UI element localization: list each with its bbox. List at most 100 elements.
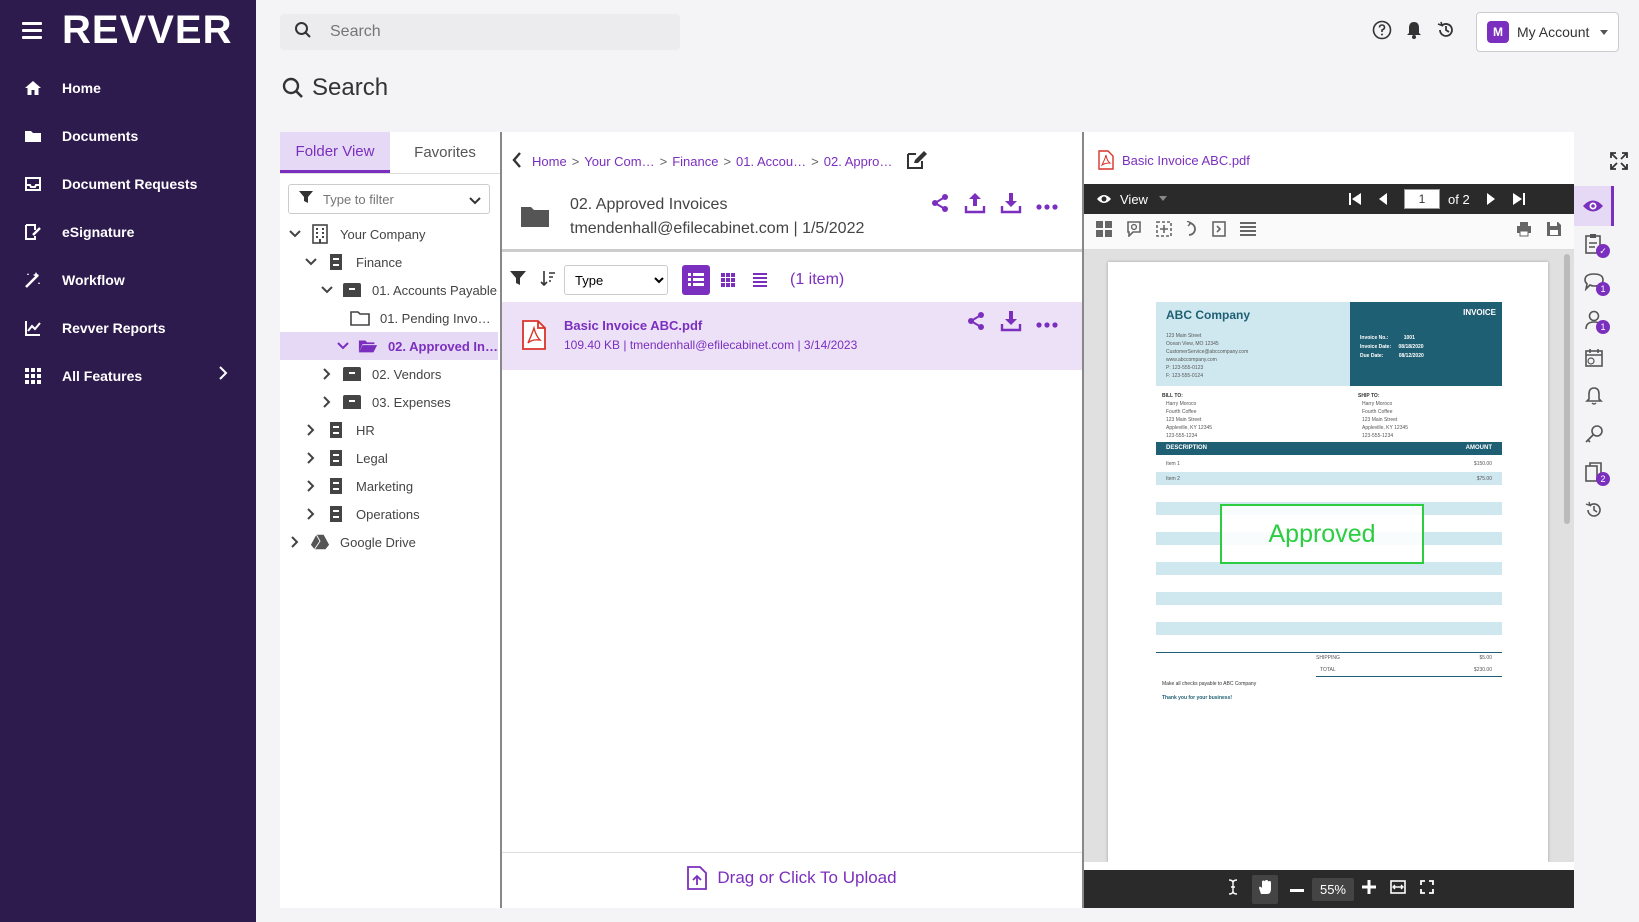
tree-node-pending-invoices[interactable]: 01. Pending Invo… — [350, 304, 498, 332]
rail-users-button[interactable]: 1 — [1574, 300, 1614, 340]
rotate-icon[interactable] — [1186, 220, 1198, 242]
breadcrumb-your-company[interactable]: Your Com… — [584, 154, 654, 169]
chevron-right-icon[interactable] — [304, 424, 318, 436]
fit-width-icon[interactable] — [1390, 879, 1406, 899]
rail-tasks-button[interactable]: ✓ — [1574, 224, 1614, 264]
chevron-right-icon[interactable] — [320, 396, 334, 408]
tree-node-finance[interactable]: Finance — [304, 248, 498, 276]
tree-node-expenses[interactable]: 03. Expenses — [320, 388, 498, 416]
tab-folder-view[interactable]: Folder View — [280, 132, 390, 173]
save-icon[interactable] — [1546, 221, 1562, 242]
tree-node-marketing[interactable]: Marketing — [304, 472, 498, 500]
chevron-right-icon[interactable] — [304, 480, 318, 492]
next-page-icon[interactable] — [1486, 192, 1496, 211]
select-area-icon[interactable] — [1156, 221, 1172, 242]
viewer-tools — [1084, 214, 1574, 250]
chevron-down-icon[interactable] — [469, 193, 481, 211]
chevron-right-icon[interactable] — [304, 452, 318, 464]
find-icon[interactable] — [1126, 221, 1142, 242]
sidebar-item-document-requests[interactable]: Document Requests — [0, 162, 256, 206]
rail-calendar-button[interactable] — [1574, 338, 1614, 378]
zoom-in-icon[interactable] — [1362, 879, 1376, 899]
hand-icon[interactable] — [1251, 874, 1278, 904]
tab-favorites[interactable]: Favorites — [390, 132, 500, 173]
tree-node-accounts-payable[interactable]: 01. Accounts Payable — [320, 276, 498, 304]
help-icon[interactable] — [1372, 20, 1392, 45]
view-list-detail-button[interactable] — [682, 265, 710, 295]
search-input[interactable] — [330, 23, 650, 41]
sidebar-item-documents[interactable]: Documents — [0, 114, 256, 158]
rail-history-button[interactable] — [1574, 490, 1614, 530]
fullscreen-icon[interactable] — [1420, 879, 1434, 899]
filter-input[interactable] — [323, 191, 463, 207]
breadcrumb-finance[interactable]: Finance — [672, 154, 718, 169]
chevron-right-icon[interactable] — [304, 508, 318, 520]
upload-icon[interactable] — [964, 192, 986, 219]
download-icon[interactable] — [1000, 192, 1022, 219]
tree-node-legal[interactable]: Legal — [304, 444, 498, 472]
zoom-level[interactable]: 55% — [1311, 877, 1354, 901]
tree-node-hr[interactable]: HR — [304, 416, 498, 444]
chevron-down-icon[interactable] — [304, 258, 318, 266]
last-page-icon[interactable] — [1512, 192, 1526, 211]
view-grid-button[interactable] — [714, 265, 742, 295]
breadcrumb-approved[interactable]: 02. Appro… — [824, 154, 893, 169]
rail-notifications-button[interactable] — [1574, 376, 1614, 416]
view-list-button[interactable] — [746, 265, 774, 295]
chevron-down-icon[interactable] — [336, 342, 350, 350]
revver-logo[interactable]: REVVER — [62, 8, 233, 53]
tree-node-vendors[interactable]: 02. Vendors — [320, 360, 498, 388]
thumbnails-icon[interactable] — [1096, 221, 1112, 242]
share-icon[interactable] — [966, 311, 986, 336]
sidebar-item-workflow[interactable]: Workflow — [0, 258, 256, 302]
type-select[interactable]: Type — [564, 265, 668, 295]
tree-filter[interactable] — [288, 184, 490, 214]
global-search[interactable] — [280, 14, 680, 50]
breadcrumb-accounts-payable[interactable]: 01. Accou… — [736, 154, 806, 169]
chevron-right-icon[interactable] — [320, 368, 334, 380]
sidebar-item-revver-reports[interactable]: Revver Reports — [0, 306, 256, 350]
bell-icon[interactable] — [1404, 20, 1424, 45]
scrollbar[interactable] — [1564, 254, 1570, 524]
rail-permissions-button[interactable] — [1574, 414, 1614, 454]
view-menu[interactable]: View — [1096, 192, 1168, 207]
tree-node-google-drive[interactable]: Google Drive — [288, 528, 498, 556]
first-page-icon[interactable] — [1348, 192, 1362, 211]
rail-versions-button[interactable]: 2 — [1574, 452, 1614, 492]
download-icon[interactable] — [1000, 310, 1022, 337]
back-icon[interactable] — [512, 152, 522, 171]
account-menu[interactable]: M My Account — [1476, 12, 1619, 52]
breadcrumb-home[interactable]: Home — [532, 154, 567, 169]
sidebar-item-esignature[interactable]: eSignature — [0, 210, 256, 254]
edit-icon[interactable] — [906, 150, 928, 173]
page-number-input[interactable] — [1404, 189, 1440, 209]
prev-page-icon[interactable] — [1378, 192, 1388, 211]
print-icon[interactable] — [1516, 221, 1532, 242]
rail-comments-button[interactable]: 1 — [1574, 262, 1614, 302]
upload-dropzone[interactable]: Drag or Click To Upload — [502, 852, 1082, 902]
menu-icon[interactable] — [22, 22, 42, 40]
sidebar-item-all-features[interactable]: All Features — [0, 354, 256, 398]
chevron-right-icon[interactable] — [288, 536, 302, 548]
chevron-down-icon[interactable] — [288, 230, 302, 238]
layout-icon[interactable] — [1240, 222, 1256, 241]
rail-view-button[interactable] — [1574, 186, 1614, 226]
fit-page-icon[interactable] — [1212, 221, 1226, 242]
share-icon[interactable] — [930, 193, 950, 218]
page-title: Search — [282, 74, 388, 102]
filter-icon[interactable] — [510, 270, 526, 291]
file-name[interactable]: Basic Invoice ABC.pdf — [564, 318, 702, 333]
more-icon[interactable] — [1036, 315, 1058, 333]
pdf-canvas[interactable]: ABC Company 123 Main Street Ocean View, … — [1084, 250, 1574, 862]
zoom-out-icon[interactable] — [1289, 880, 1304, 898]
tree-node-approved-invoices[interactable]: 02. Approved In… — [280, 332, 498, 360]
list-item[interactable]: Basic Invoice ABC.pdf 109.40 KB | tmende… — [502, 302, 1082, 370]
sidebar-item-home[interactable]: Home — [0, 66, 256, 110]
text-select-icon[interactable] — [1228, 878, 1238, 900]
tree-node-operations[interactable]: Operations — [304, 500, 498, 528]
sort-icon[interactable] — [540, 270, 556, 291]
chevron-down-icon[interactable] — [320, 286, 334, 294]
history-icon[interactable] — [1436, 20, 1456, 45]
tree-node-your-company[interactable]: Your Company — [288, 220, 498, 248]
more-icon[interactable] — [1036, 197, 1058, 215]
